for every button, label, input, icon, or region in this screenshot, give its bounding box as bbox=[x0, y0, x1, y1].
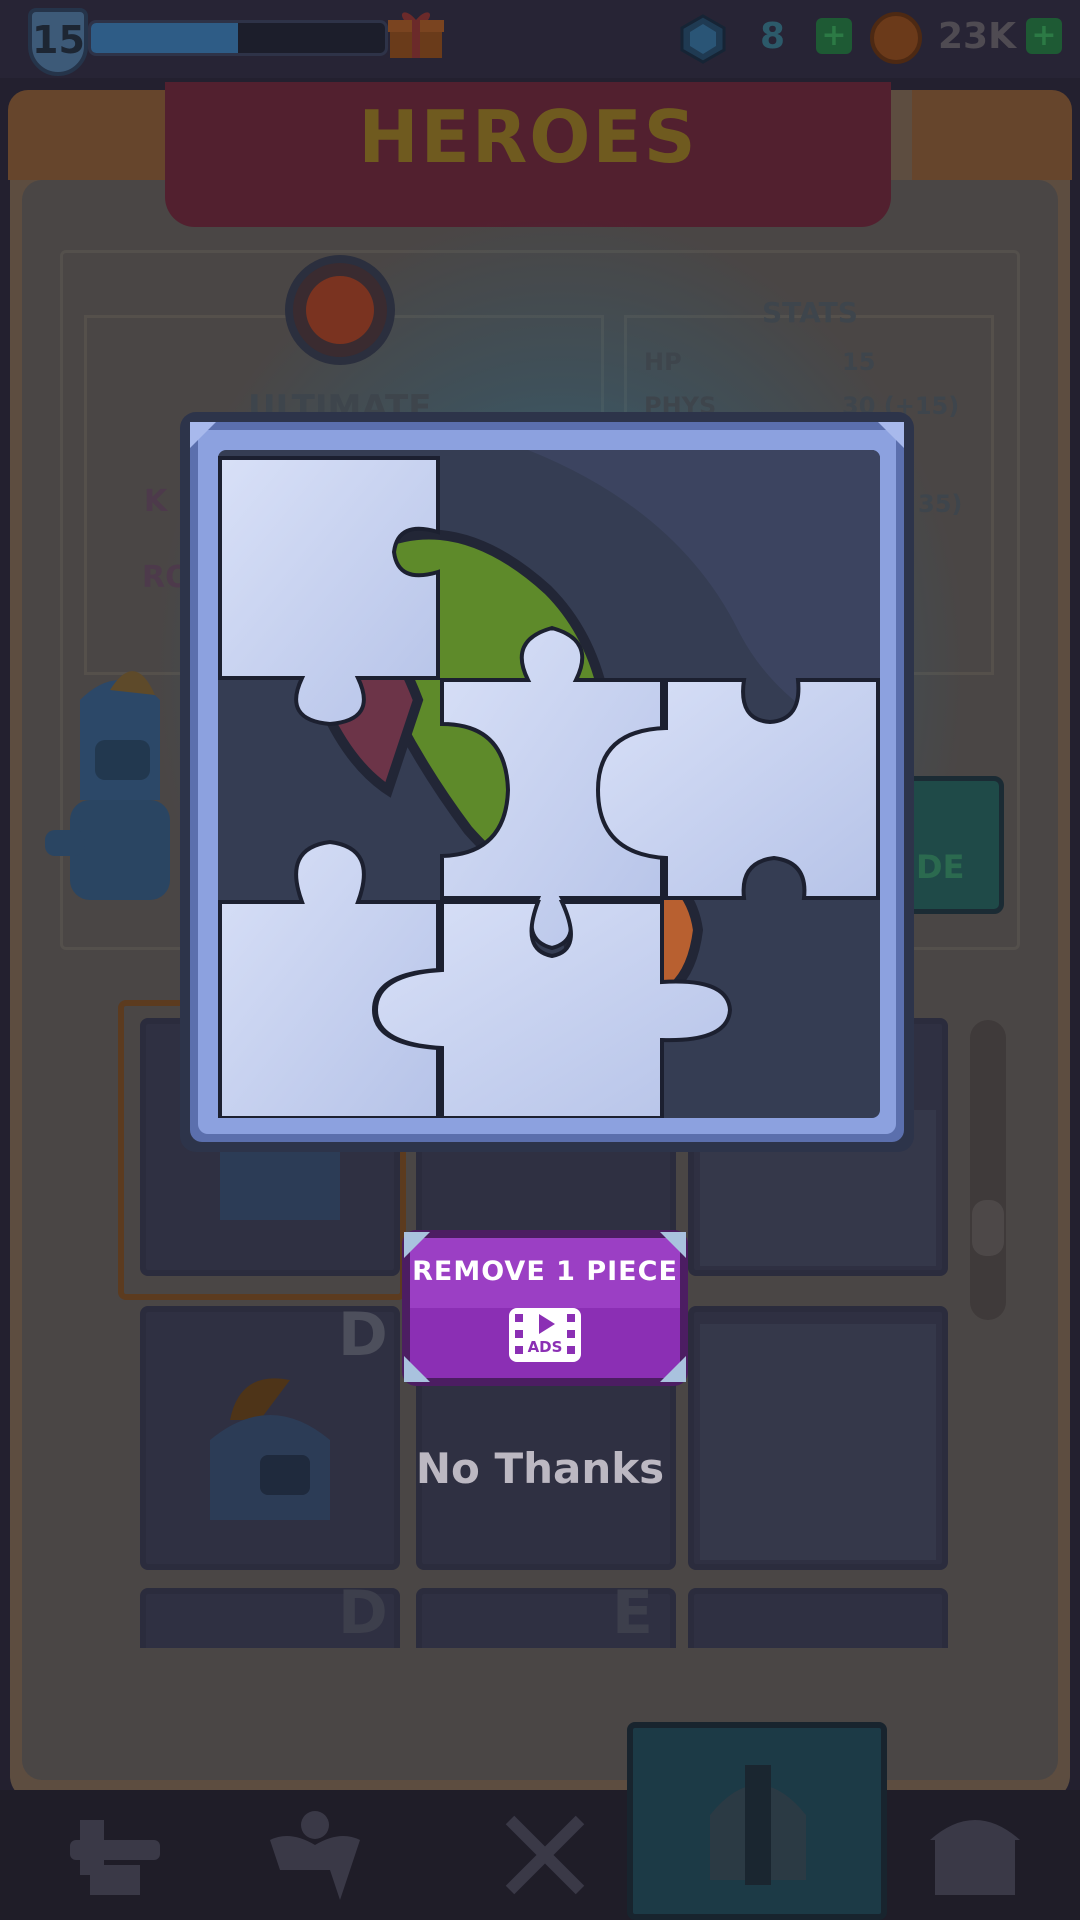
panel-corner-left bbox=[8, 90, 168, 180]
page-title: HEROES bbox=[358, 95, 698, 179]
add-coins-button[interactable]: + bbox=[1026, 18, 1062, 54]
stat-value-partial: 35) bbox=[918, 490, 963, 518]
frame-corner bbox=[878, 422, 904, 448]
battle-icon[interactable] bbox=[490, 1800, 600, 1910]
frame-corner bbox=[190, 422, 216, 448]
gift-icon[interactable] bbox=[386, 8, 446, 60]
gem-count: 8 bbox=[760, 16, 786, 57]
upgrade-button[interactable] bbox=[900, 776, 1004, 914]
upgrade-button-label: DE bbox=[916, 848, 965, 886]
training-icon[interactable] bbox=[260, 1800, 370, 1910]
xp-progress-bar bbox=[88, 20, 388, 56]
shop-icon[interactable] bbox=[920, 1800, 1030, 1910]
remove-piece-label: REMOVE 1 PIECE bbox=[412, 1256, 678, 1287]
card-grade: E bbox=[612, 1578, 653, 1648]
mini-puzzle bbox=[700, 1324, 936, 1560]
scrollbar-track[interactable] bbox=[970, 1020, 1006, 1320]
player-level-badge: 15 bbox=[28, 8, 88, 76]
ads-label: ADS bbox=[527, 1338, 563, 1356]
puzzle-piece[interactable] bbox=[218, 456, 440, 727]
stats-header: STATS bbox=[762, 296, 858, 329]
heroes-icon[interactable] bbox=[700, 1760, 816, 1890]
skill-label-partial: K bbox=[144, 484, 168, 519]
knight-hero-figure bbox=[45, 671, 170, 900]
hero-card[interactable] bbox=[688, 1588, 948, 1648]
add-gems-button[interactable]: + bbox=[816, 18, 852, 54]
puzzle-pieces bbox=[218, 456, 880, 1118]
helmet-icon bbox=[306, 276, 374, 344]
no-thanks-button[interactable]: No Thanks bbox=[340, 1444, 740, 1493]
scrollbar-thumb[interactable] bbox=[972, 1200, 1004, 1256]
coin-count: 23K bbox=[938, 16, 1016, 57]
forge-icon[interactable] bbox=[60, 1800, 170, 1910]
stat-name: HP bbox=[644, 348, 682, 376]
knight-head-icon bbox=[210, 1378, 330, 1520]
gem-icon bbox=[680, 14, 726, 64]
xp-progress-fill bbox=[91, 23, 238, 53]
panel-corner-right bbox=[912, 90, 1072, 180]
card-grade: D bbox=[338, 1578, 388, 1648]
coin-icon bbox=[870, 12, 922, 64]
stat-value: 15 bbox=[842, 348, 876, 376]
